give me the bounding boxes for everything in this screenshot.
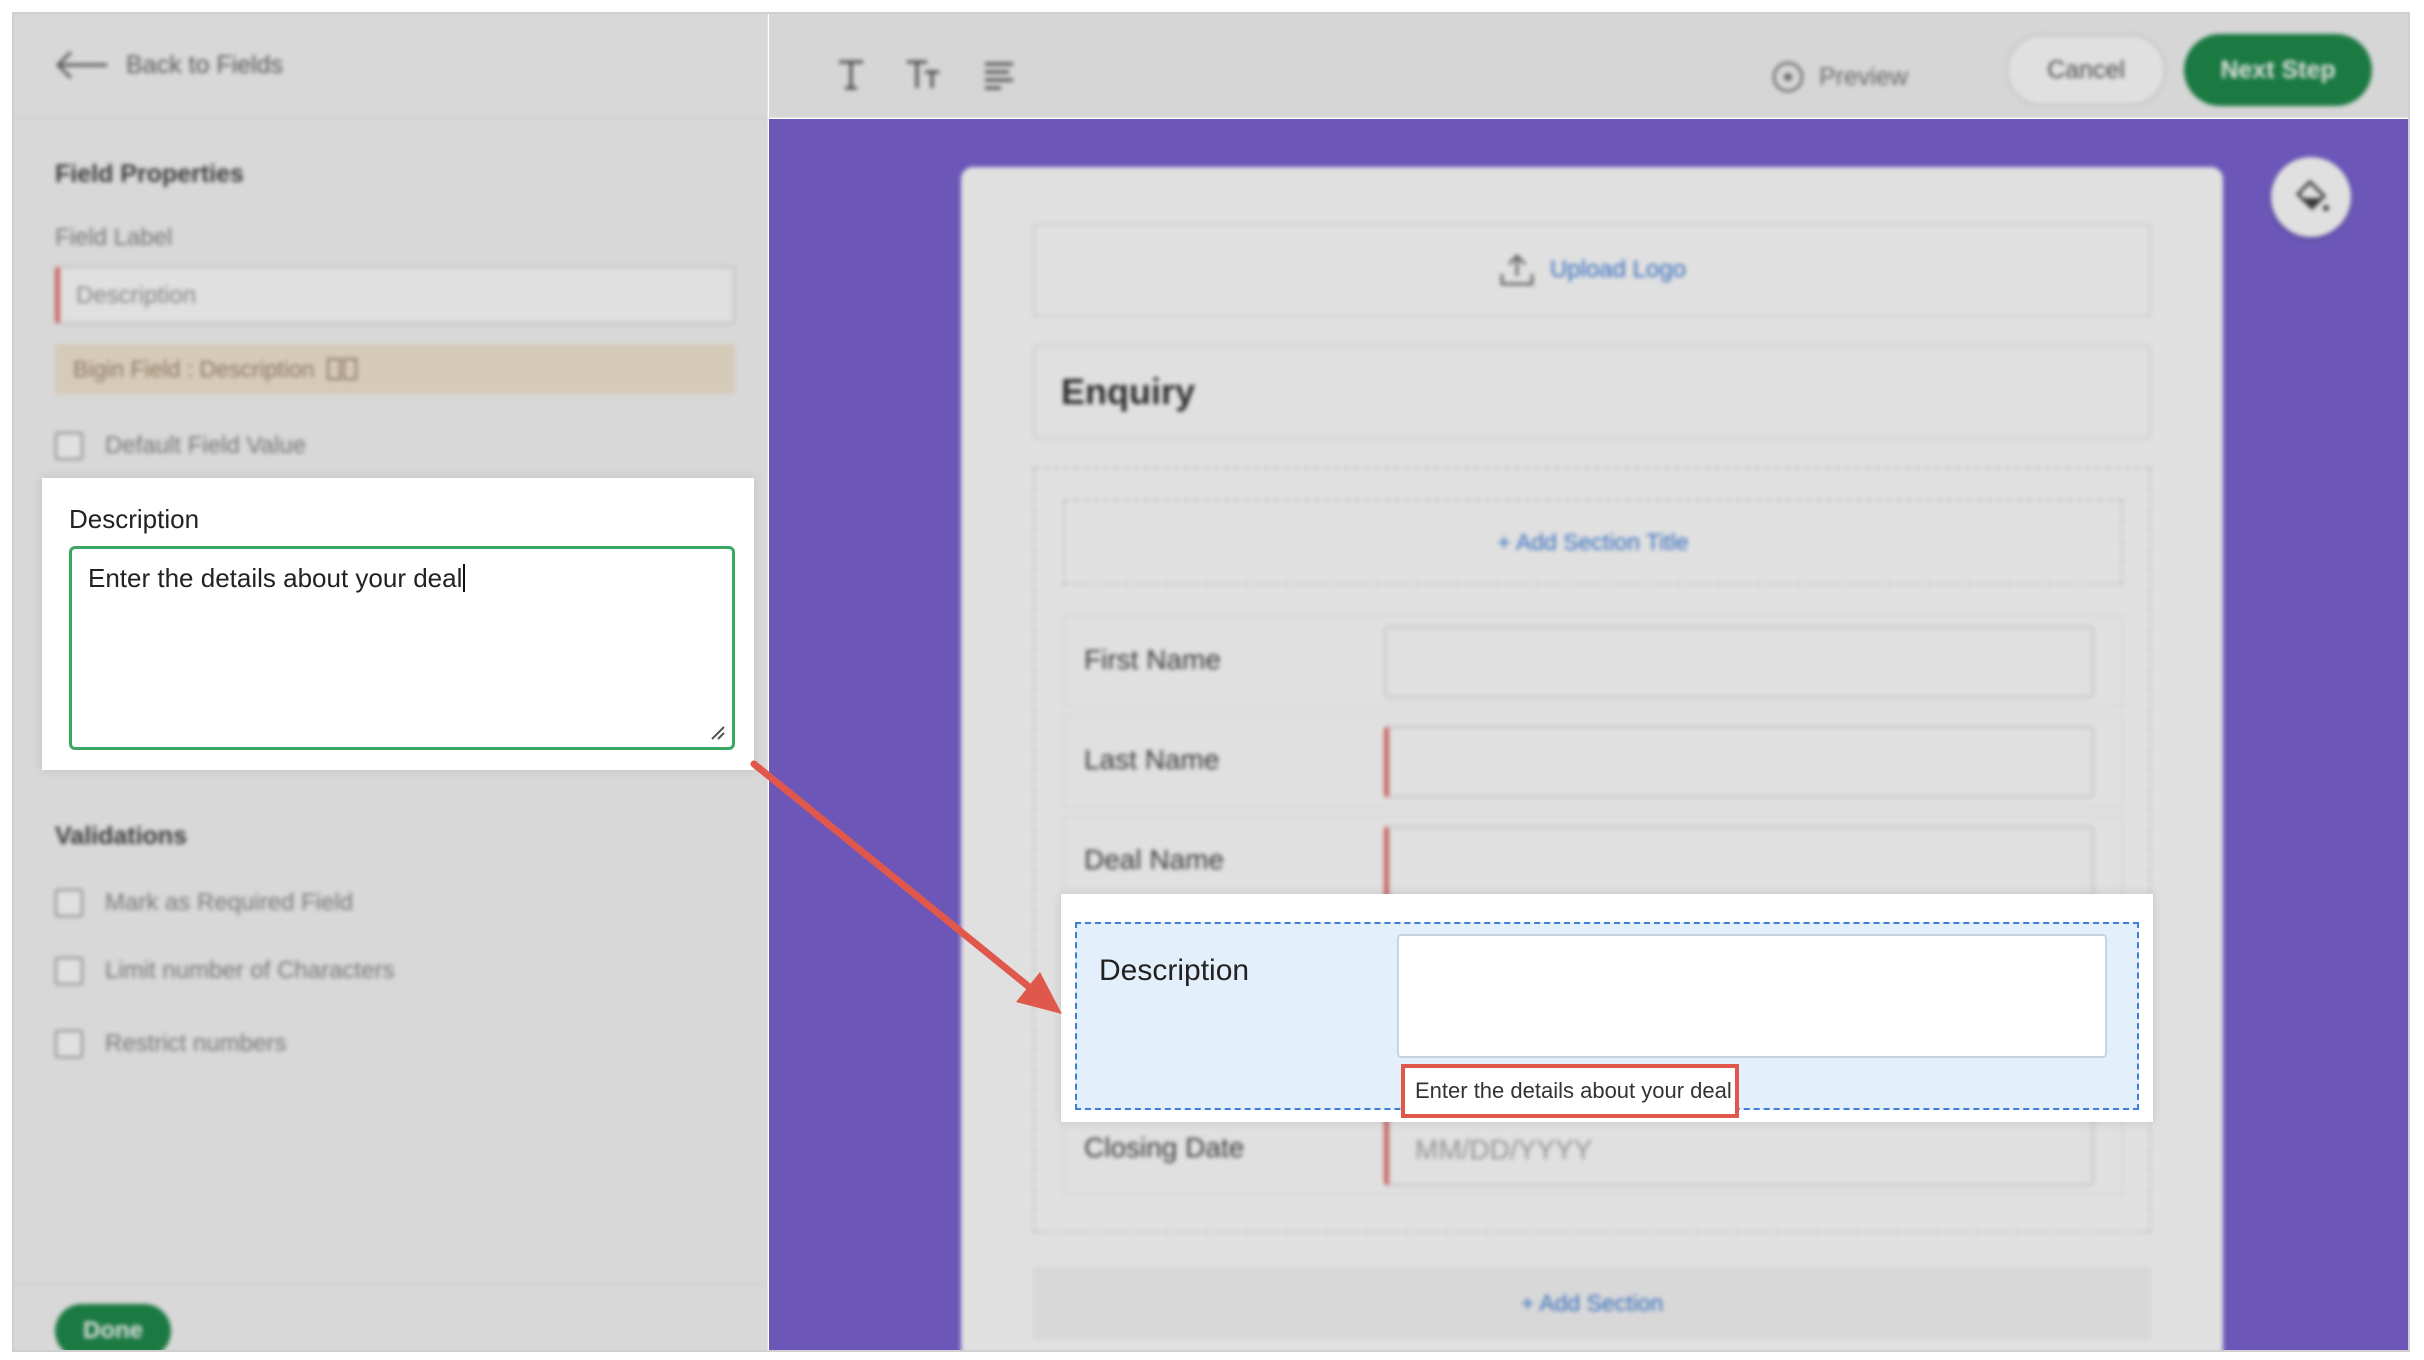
description-field-label: Description (1099, 954, 1250, 987)
restrict-numbers-option[interactable]: Restrict numbers (55, 1030, 286, 1058)
closing-date-field[interactable]: MM/DD/YYYY (1384, 1114, 2094, 1186)
upload-icon (1500, 254, 1534, 286)
preview-button[interactable]: Preview (1771, 60, 1908, 94)
upload-logo-button[interactable]: Upload Logo (1033, 223, 2151, 317)
deal-name-field[interactable] (1384, 826, 2094, 898)
default-field-value-option[interactable]: Default Field Value (55, 432, 306, 460)
field-label-caption: Field Label (55, 224, 173, 251)
restrict-numbers-checkbox[interactable] (55, 1030, 83, 1058)
top-toolbar: Preview Cancel Next Step (769, 14, 2408, 118)
required-label: Mark as Required Field (105, 889, 354, 916)
align-icon[interactable] (979, 54, 1019, 94)
description-hint-text: Enter the details about your deal (1401, 1064, 1739, 1118)
eye-icon (1772, 61, 1804, 93)
preview-label: Preview (1819, 62, 1908, 91)
description-preview-card: Description Enter the details about your… (1061, 894, 2153, 1122)
done-button[interactable]: Done (55, 1304, 171, 1350)
deal-name-label: Deal Name (1084, 844, 1225, 875)
annotation-arrow-icon (750, 760, 1062, 1014)
default-value-label: Default Field Value (105, 432, 306, 459)
book-icon (326, 358, 357, 380)
add-section-button[interactable]: + Add Section (1033, 1267, 2151, 1339)
closing-date-label: Closing Date (1084, 1132, 1245, 1163)
next-step-button[interactable]: Next Step (2184, 34, 2372, 106)
text-icon[interactable] (831, 54, 871, 94)
cancel-button[interactable]: Cancel (2006, 34, 2166, 106)
text-caret (463, 564, 466, 592)
limit-characters-label: Limit number of Characters (105, 957, 395, 984)
resize-handle-icon[interactable] (708, 723, 726, 741)
validations-title: Validations (55, 822, 187, 850)
restrict-numbers-label: Restrict numbers (105, 1030, 287, 1057)
limit-characters-option[interactable]: Limit number of Characters (55, 957, 394, 985)
default-value-checkbox[interactable] (55, 432, 83, 460)
description-editor-label: Description (69, 504, 200, 534)
first-name-field[interactable] (1384, 626, 2094, 698)
required-field-option[interactable]: Mark as Required Field (55, 889, 353, 917)
description-textarea[interactable]: Enter the details about your deal (69, 546, 735, 750)
description-textarea-value: Enter the details about your deal (88, 563, 463, 593)
last-name-label: Last Name (1084, 744, 1220, 775)
form-row-last-name[interactable]: Last Name (1063, 715, 2123, 807)
first-name-label: First Name (1084, 644, 1221, 675)
form-canvas: Upload Logo Enquiry + Add Section Title … (769, 119, 2408, 1350)
field-label-input[interactable]: Description (55, 266, 735, 324)
bigin-field-text: Bigin Field : Description (73, 355, 315, 382)
form-card: Upload Logo Enquiry + Add Section Title … (961, 167, 2223, 1350)
description-editor-card: Description Enter the details about your… (42, 478, 754, 770)
upload-logo-label: Upload Logo (1549, 256, 1687, 283)
description-form-row[interactable]: Description Enter the details about your… (1075, 922, 2139, 1118)
back-label: Back to Fields (126, 50, 284, 79)
text-size-icon[interactable] (903, 54, 943, 94)
add-section-title-button[interactable]: + Add Section Title (1063, 499, 2123, 585)
app-frame: Back to Fields Field Properties Field La… (12, 12, 2410, 1352)
limit-characters-checkbox[interactable] (55, 957, 83, 985)
arrow-left-icon (56, 51, 108, 79)
bigin-field-badge: Bigin Field : Description (55, 344, 735, 394)
required-checkbox[interactable] (55, 889, 83, 917)
form-title[interactable]: Enquiry (1033, 345, 2151, 439)
theme-button[interactable] (2271, 157, 2351, 237)
form-row-first-name[interactable]: First Name (1063, 615, 2123, 707)
panel-header: Back to Fields (14, 14, 768, 118)
description-field[interactable] (1397, 934, 2107, 1058)
last-name-field[interactable] (1384, 726, 2094, 798)
paint-bucket-icon (2295, 179, 2329, 211)
panel-title: Field Properties (55, 160, 244, 188)
back-to-fields-link[interactable]: Back to Fields (54, 50, 283, 80)
